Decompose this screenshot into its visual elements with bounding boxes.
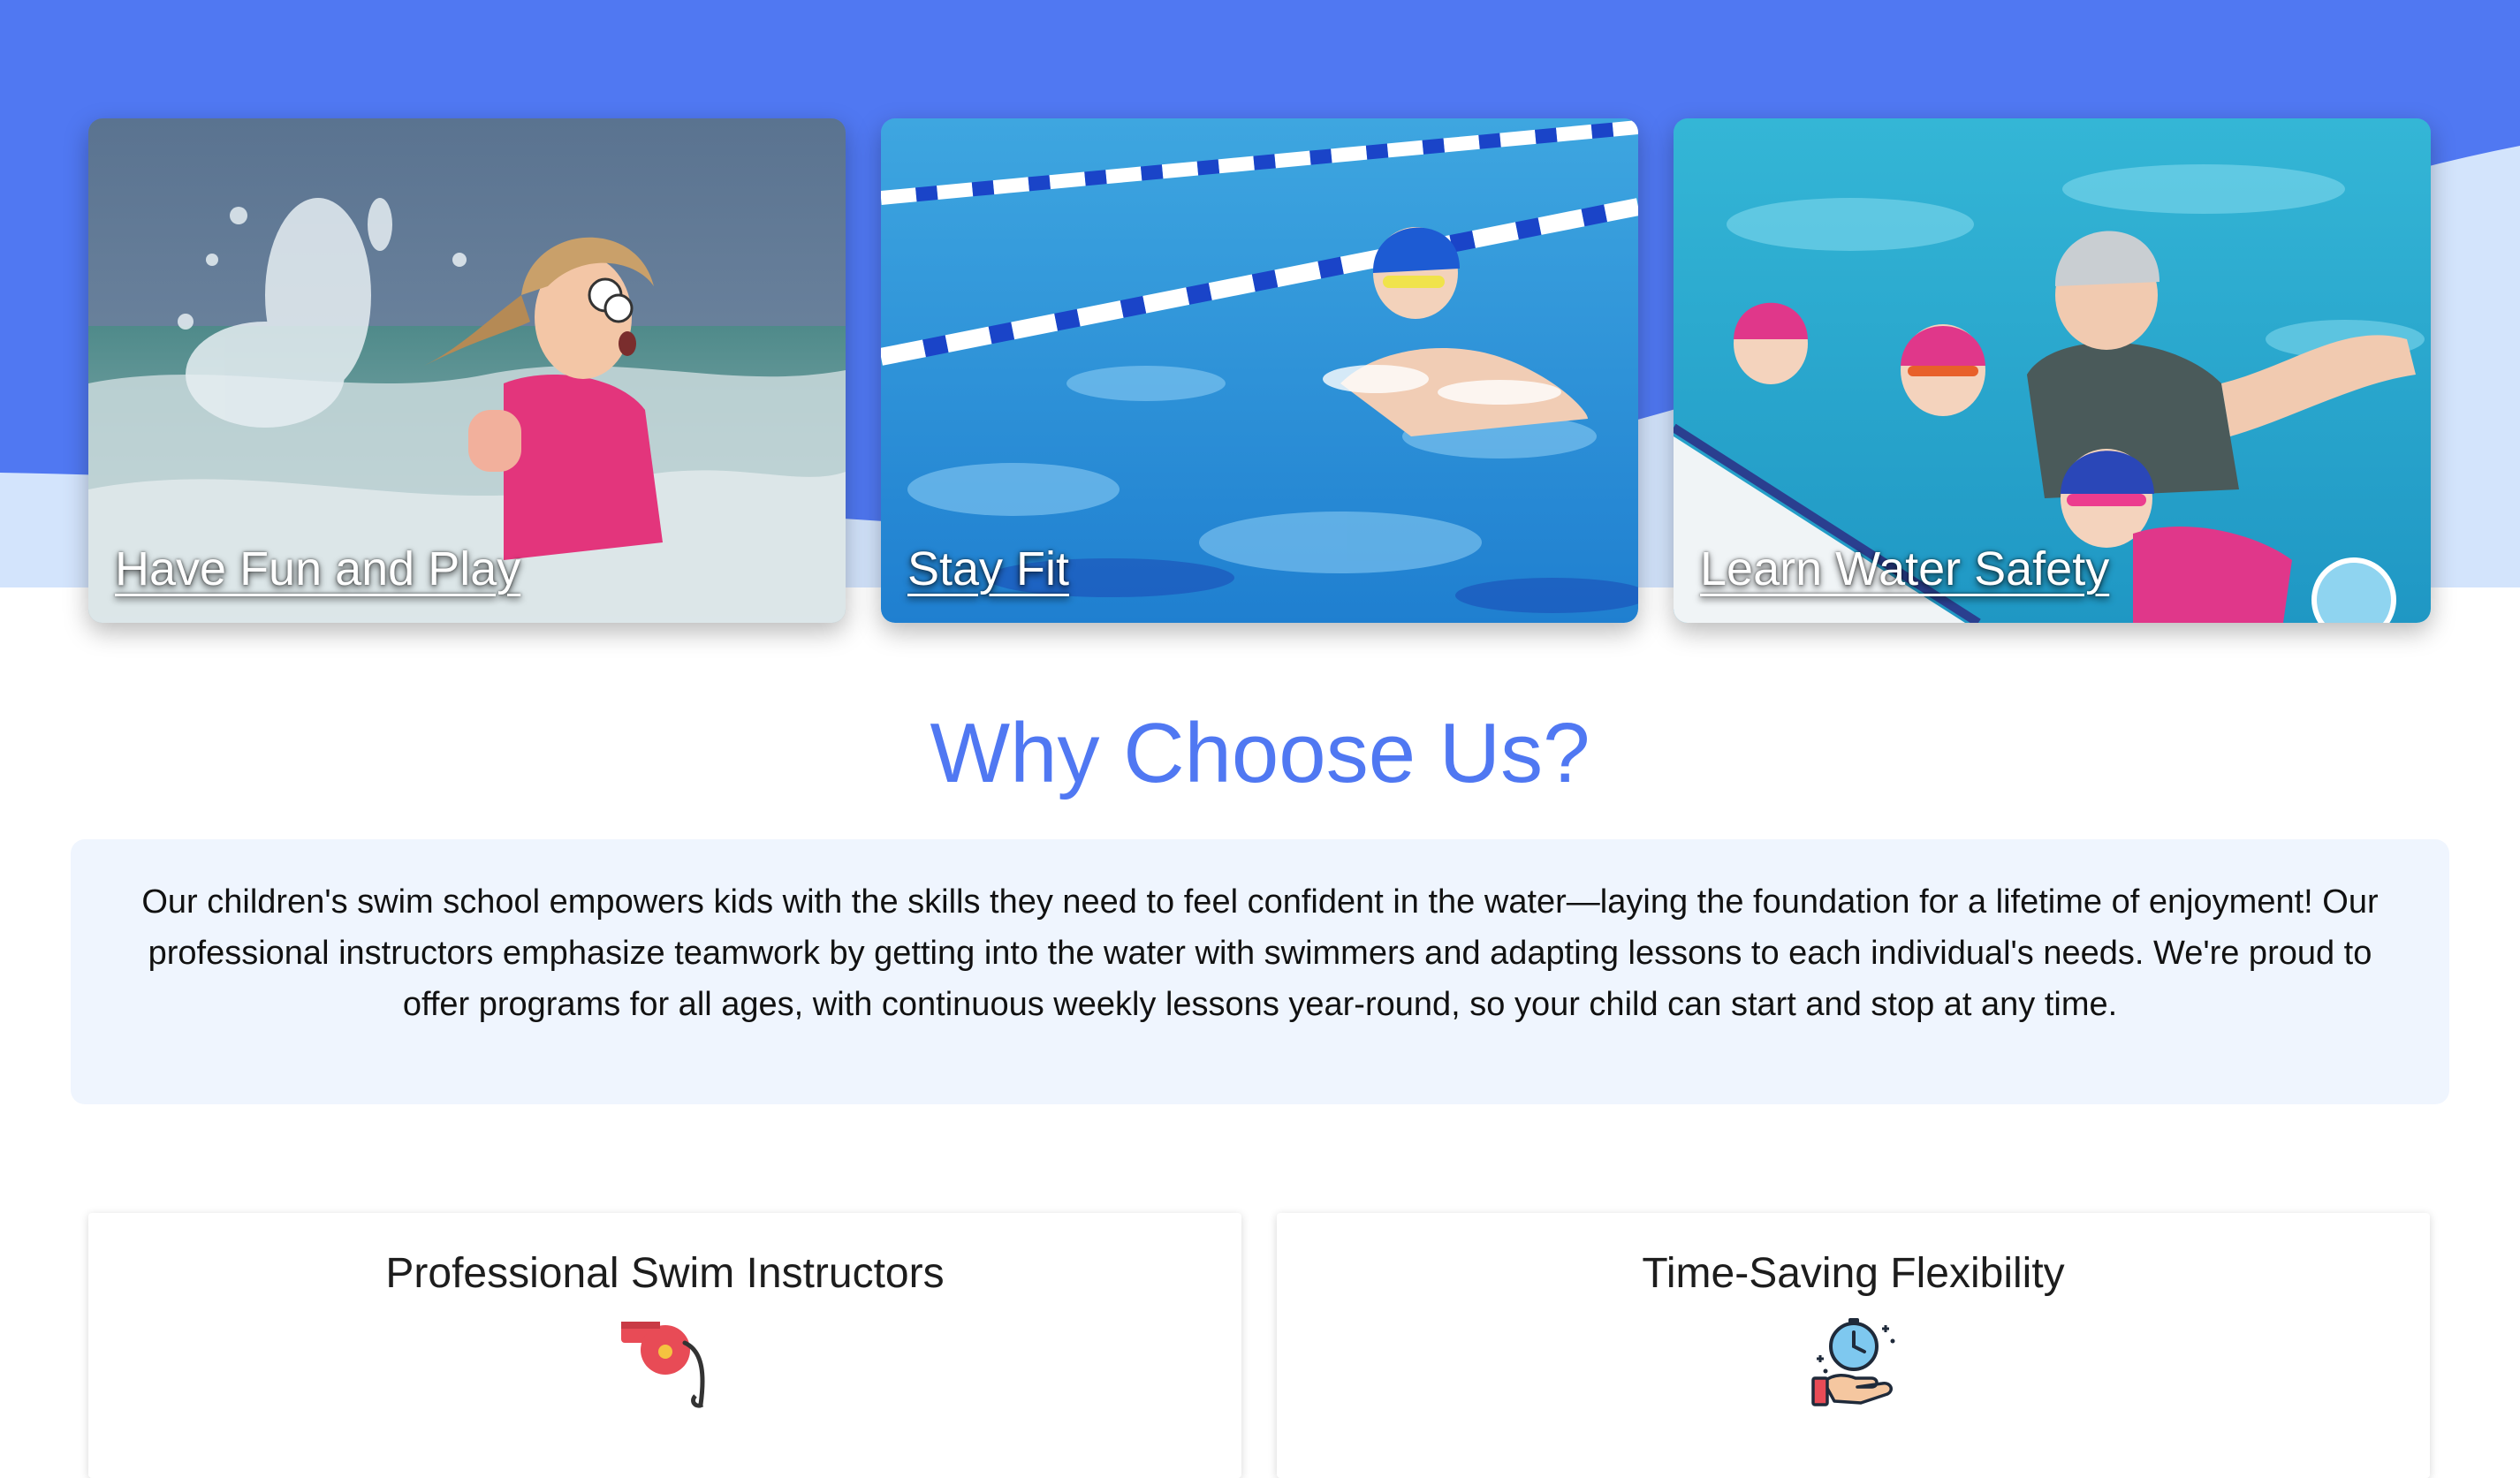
card-title[interactable]: Have Fun and Play [115, 545, 520, 593]
benefit-title: Time-Saving Flexibility [1642, 1250, 2065, 1297]
benefit-title: Professional Swim Instructors [385, 1250, 945, 1297]
card-learn-water-safety[interactable]: Learn Water Safety [1674, 118, 2431, 623]
card-have-fun-and-play[interactable]: Have Fun and Play [88, 118, 846, 623]
card-title[interactable]: Learn Water Safety [1700, 545, 2109, 593]
card-stay-fit[interactable]: Stay Fit [881, 118, 1638, 623]
card-title[interactable]: Stay Fit [907, 545, 1069, 593]
whistle-icon [620, 1322, 705, 1408]
benefit-card-flexibility: Time-Saving Flexibility [1277, 1213, 2430, 1478]
feature-cards: Have Fun and Play Stay Fit Learn Water S… [88, 118, 2431, 623]
intro-box: Our children's swim school empowers kids… [71, 839, 2449, 1104]
clock-in-hand-icon [1810, 1318, 1894, 1406]
intro-paragraph: Our children's swim school empowers kids… [141, 883, 2379, 1023]
why-choose-us-heading: Why Choose Us? [930, 706, 1590, 800]
benefit-card-instructors: Professional Swim Instructors [88, 1213, 1241, 1478]
benefit-cards: Professional Swim Instructors Time-Savin… [88, 1213, 2430, 1478]
